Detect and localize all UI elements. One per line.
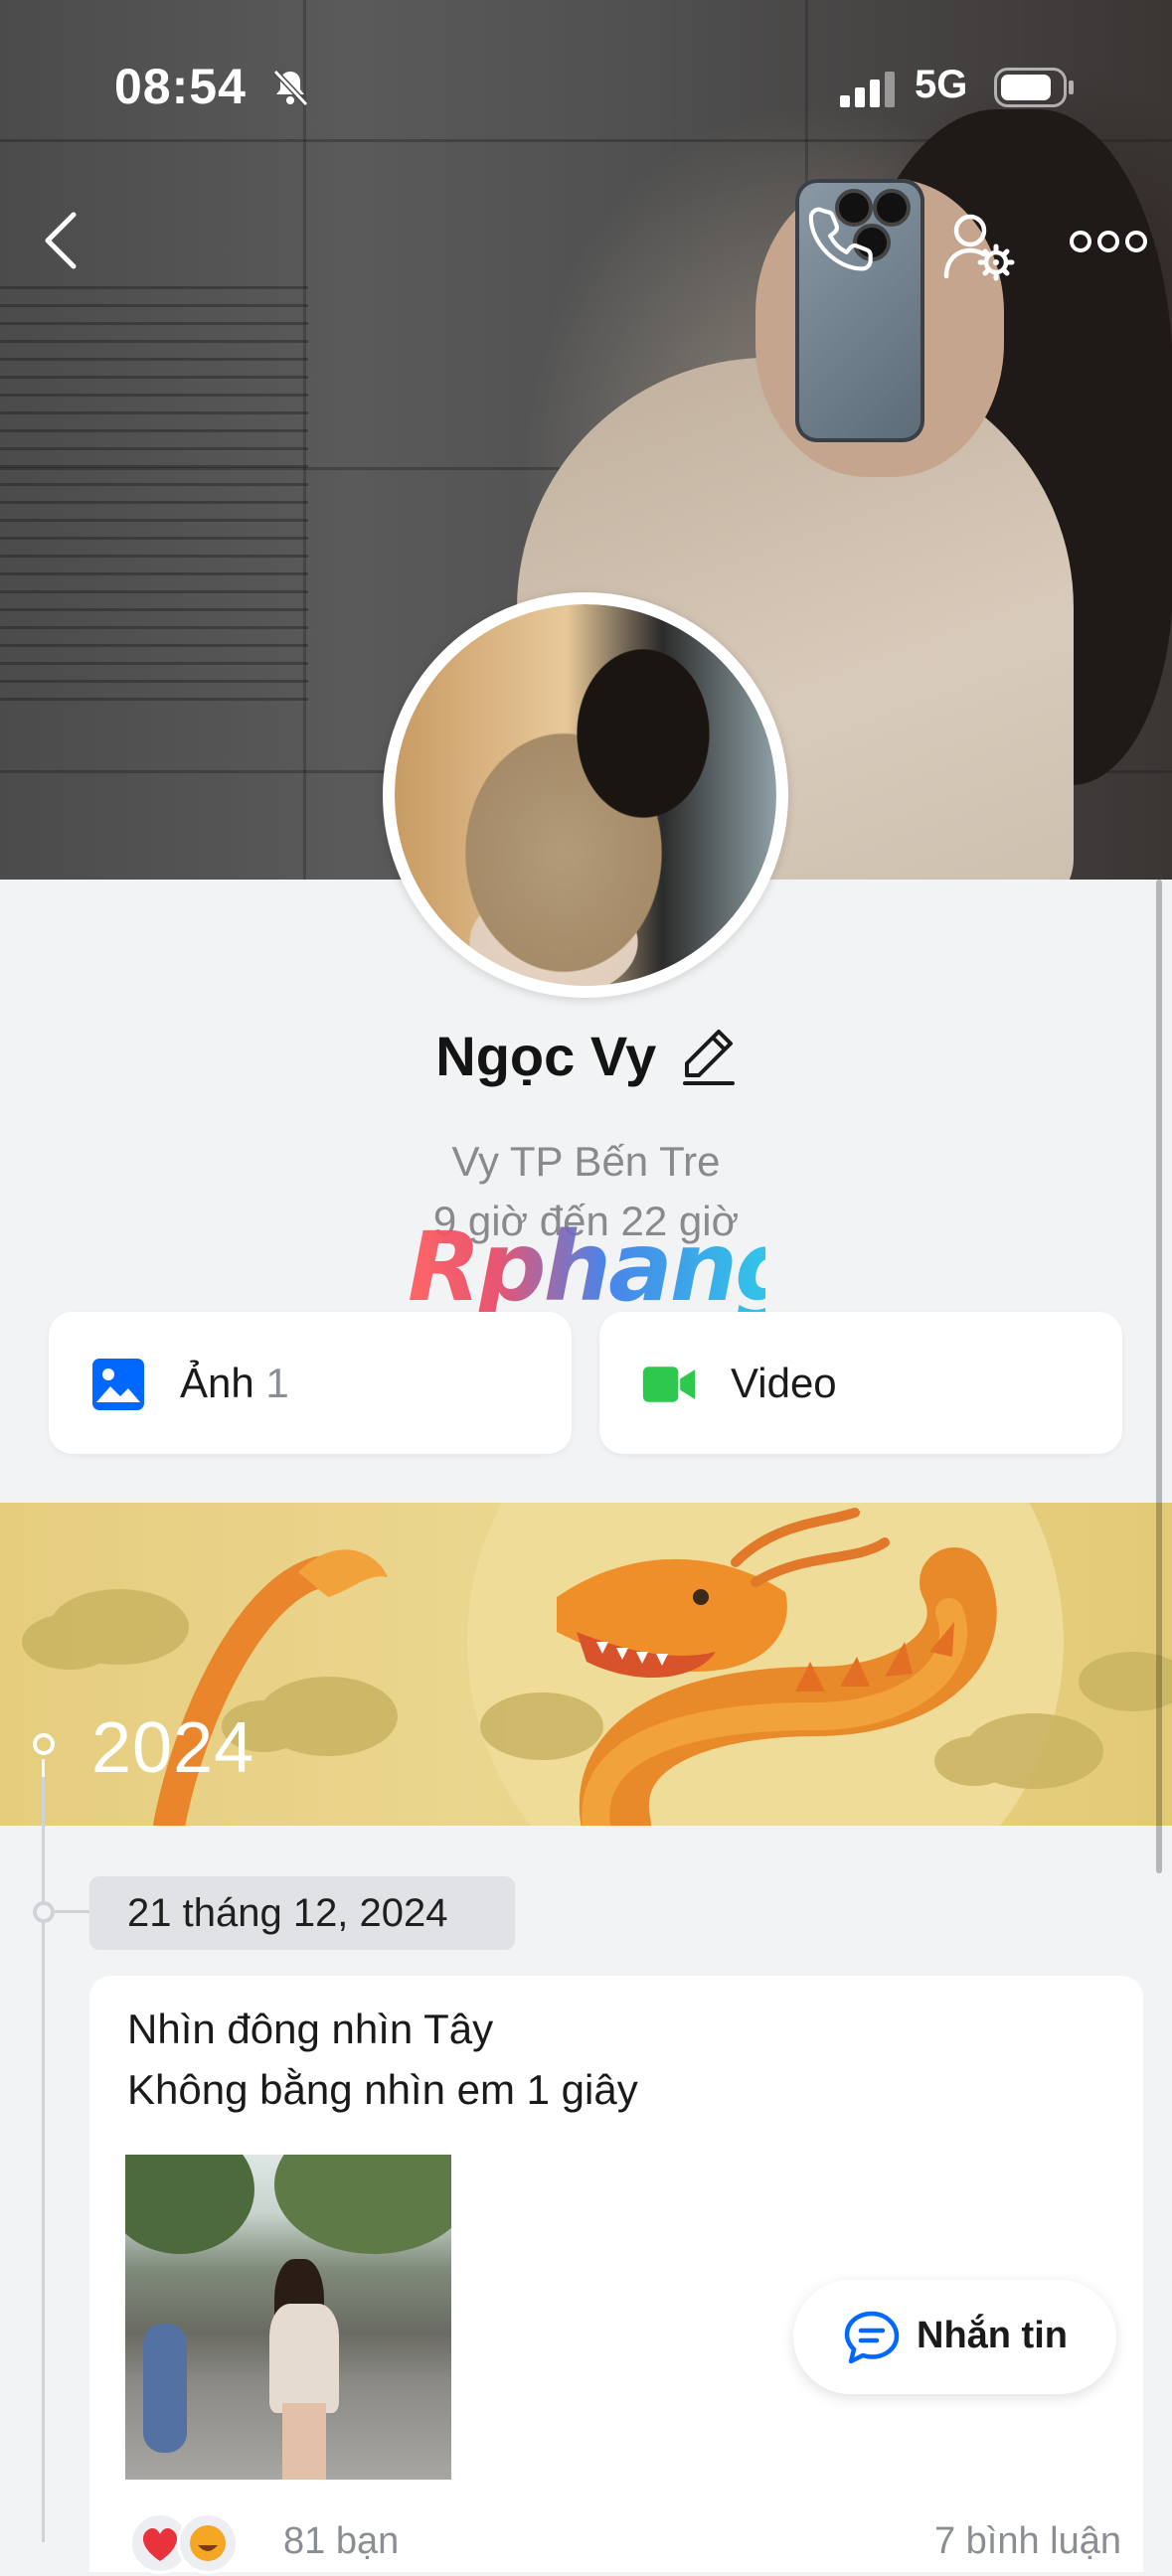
timeline-year-dot xyxy=(33,1733,55,1755)
post-caption-line: Nhìn đông nhìn Tây xyxy=(127,2006,494,2052)
reaction-icons[interactable] xyxy=(129,2512,278,2574)
timeline-line xyxy=(42,1777,45,2542)
post-photo[interactable] xyxy=(125,2155,451,2480)
bio-line: Vy TP Bến Tre xyxy=(451,1138,721,1185)
post-caption-line: Không bằng nhìn em 1 giây xyxy=(127,2066,638,2113)
photos-label: Ảnh 1 xyxy=(180,1360,289,1406)
photo-tree-shape xyxy=(274,2155,451,2254)
timeline-date-dot xyxy=(33,1901,55,1923)
photo-gallery-icon xyxy=(92,1359,144,1410)
wall-poem-texture xyxy=(0,278,308,706)
status-bar: 08:54 5G xyxy=(0,0,1172,169)
message-button-label: Nhắn tin xyxy=(917,2315,1068,2356)
pencil-edit-icon[interactable] xyxy=(681,1026,737,1087)
back-chevron-icon[interactable] xyxy=(40,209,84,272)
scrollbar[interactable] xyxy=(1156,880,1162,1873)
network-type: 5G xyxy=(915,63,968,106)
timeline-date: 21 tháng 12, 2024 xyxy=(89,1876,515,1950)
watermark-logo: Rphang xyxy=(408,1211,803,1323)
photo-tree-shape xyxy=(125,2155,254,2254)
timeline-connector xyxy=(55,1910,89,1913)
videos-label: Video xyxy=(731,1360,837,1406)
message-button[interactable]: Nhắn tin xyxy=(793,2280,1116,2394)
timeline-year: 2024 xyxy=(91,1708,255,1788)
more-dots-icon[interactable] xyxy=(1069,224,1148,259)
photo-person-shape xyxy=(282,2403,326,2480)
reaction-count[interactable]: 81 bạn xyxy=(283,2520,399,2563)
user-settings-icon[interactable] xyxy=(942,211,1018,282)
chat-bubble-icon xyxy=(844,2311,900,2364)
photo-person-shape xyxy=(269,2304,339,2413)
phone-call-icon[interactable] xyxy=(807,207,879,278)
videos-button[interactable]: Video xyxy=(599,1312,1122,1454)
battery-icon xyxy=(994,68,1074,107)
profile-name: Ngọc Vy xyxy=(435,1025,657,1087)
photos-button[interactable]: Ảnh 1 xyxy=(49,1312,572,1454)
signal-bars-icon xyxy=(840,72,895,107)
comment-count[interactable]: 7 bình luận xyxy=(934,2520,1121,2563)
avatar-image xyxy=(395,604,776,986)
bell-slash-icon xyxy=(272,69,309,107)
post-card[interactable]: Nhìn đông nhìn Tây Không bằng nhìn em 1 … xyxy=(89,1976,1143,2574)
profile-name-row: Ngọc Vy xyxy=(0,1024,1172,1088)
photos-count: 1 xyxy=(265,1360,289,1406)
haha-reaction-icon xyxy=(177,2512,239,2574)
video-camera-icon xyxy=(642,1367,696,1402)
avatar[interactable] xyxy=(383,592,788,998)
status-time: 08:54 xyxy=(114,59,247,114)
photo-rider-shape xyxy=(143,2324,187,2453)
